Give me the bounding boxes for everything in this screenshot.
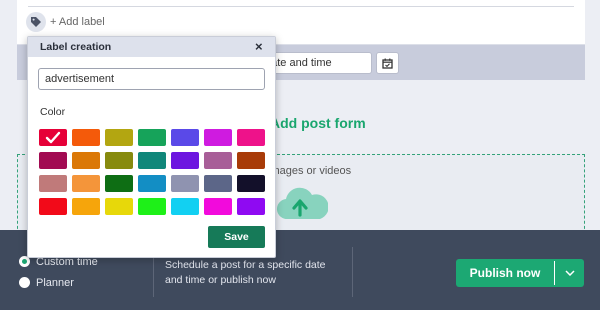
form-title: Add post form	[270, 115, 366, 131]
color-swatch[interactable]	[171, 198, 199, 215]
modal-header: Label creation ×	[28, 37, 275, 57]
color-swatch[interactable]	[105, 129, 133, 146]
modal-title: Label creation	[40, 41, 112, 53]
color-swatch[interactable]	[105, 175, 133, 192]
publish-button-label: Publish now	[469, 266, 541, 280]
publish-description: Schedule a post for a specific date and …	[165, 259, 326, 286]
dropzone-text: images or videos	[268, 165, 352, 177]
close-icon[interactable]: ×	[255, 39, 263, 54]
color-swatch[interactable]	[72, 198, 100, 215]
color-swatch[interactable]	[39, 129, 67, 146]
cloud-upload-icon[interactable]	[276, 185, 329, 226]
color-swatch[interactable]	[204, 152, 232, 169]
color-swatch[interactable]	[237, 198, 265, 215]
color-swatch[interactable]	[237, 175, 265, 192]
color-swatch[interactable]	[39, 175, 67, 192]
color-swatch[interactable]	[237, 129, 265, 146]
color-swatch[interactable]	[138, 175, 166, 192]
color-palette	[39, 129, 267, 217]
color-section-title: Color	[40, 106, 66, 118]
color-swatch[interactable]	[72, 175, 100, 192]
color-swatch[interactable]	[171, 129, 199, 146]
color-swatch[interactable]	[39, 198, 67, 215]
color-swatch[interactable]	[171, 175, 199, 192]
color-swatch[interactable]	[138, 152, 166, 169]
color-swatch[interactable]	[105, 152, 133, 169]
chevron-down-icon[interactable]	[555, 259, 584, 287]
color-swatch[interactable]	[138, 198, 166, 215]
label-creation-modal: Label creation × advertisement Color Sav…	[27, 36, 276, 258]
divider	[352, 247, 353, 297]
color-swatch[interactable]	[39, 152, 67, 169]
color-swatch[interactable]	[204, 198, 232, 215]
color-swatch[interactable]	[72, 129, 100, 146]
color-swatch[interactable]	[105, 198, 133, 215]
color-swatch[interactable]	[204, 175, 232, 192]
divider	[28, 6, 574, 7]
color-swatch[interactable]	[171, 152, 199, 169]
save-button[interactable]: Save	[208, 226, 265, 248]
add-label-link[interactable]: + Add label	[50, 16, 105, 28]
color-swatch[interactable]	[138, 129, 166, 146]
planner-label: Planner	[36, 277, 74, 289]
calendar-icon[interactable]	[376, 52, 399, 74]
tag-icon[interactable]	[26, 12, 46, 32]
label-name-input[interactable]: advertisement	[38, 68, 265, 90]
color-swatch[interactable]	[237, 152, 265, 169]
check-icon	[45, 131, 61, 144]
publish-button[interactable]: Publish now	[456, 259, 584, 287]
color-swatch[interactable]	[204, 129, 232, 146]
color-swatch[interactable]	[72, 152, 100, 169]
planner-radio[interactable]	[19, 277, 30, 288]
